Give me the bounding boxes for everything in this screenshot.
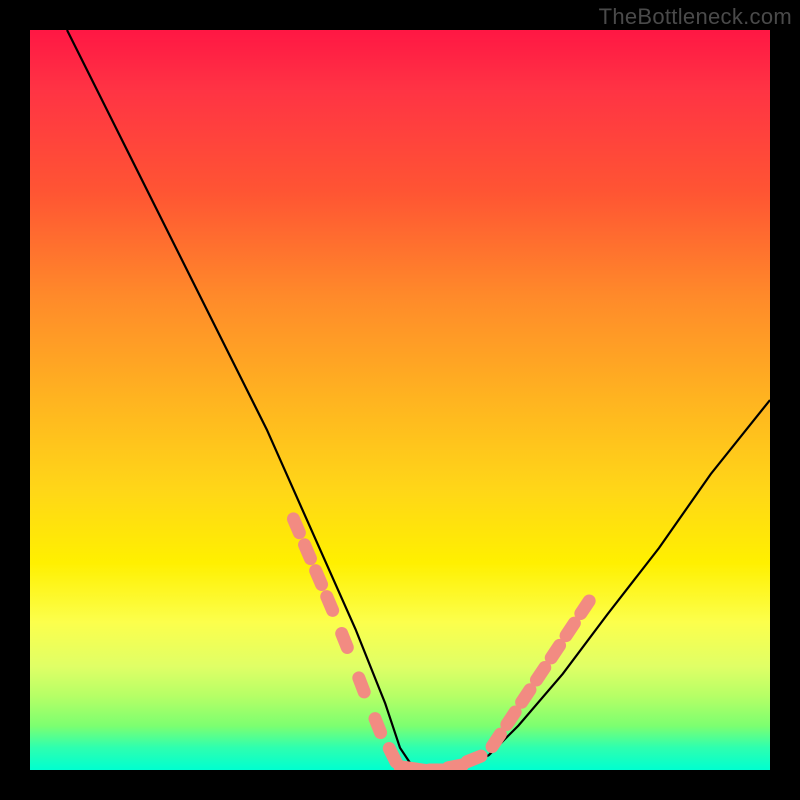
chart-frame: TheBottleneck.com bbox=[0, 0, 800, 800]
marker-dot bbox=[367, 710, 389, 741]
marker-dot bbox=[333, 625, 355, 656]
watermark-text: TheBottleneck.com bbox=[599, 4, 792, 30]
marker-dot bbox=[318, 588, 341, 619]
marker-layer bbox=[285, 510, 598, 770]
curve-path bbox=[67, 30, 770, 770]
bottleneck-curve bbox=[67, 30, 770, 770]
marker-dot bbox=[459, 748, 490, 770]
plot-area bbox=[30, 30, 770, 770]
chart-svg bbox=[30, 30, 770, 770]
marker-dot bbox=[350, 670, 372, 701]
